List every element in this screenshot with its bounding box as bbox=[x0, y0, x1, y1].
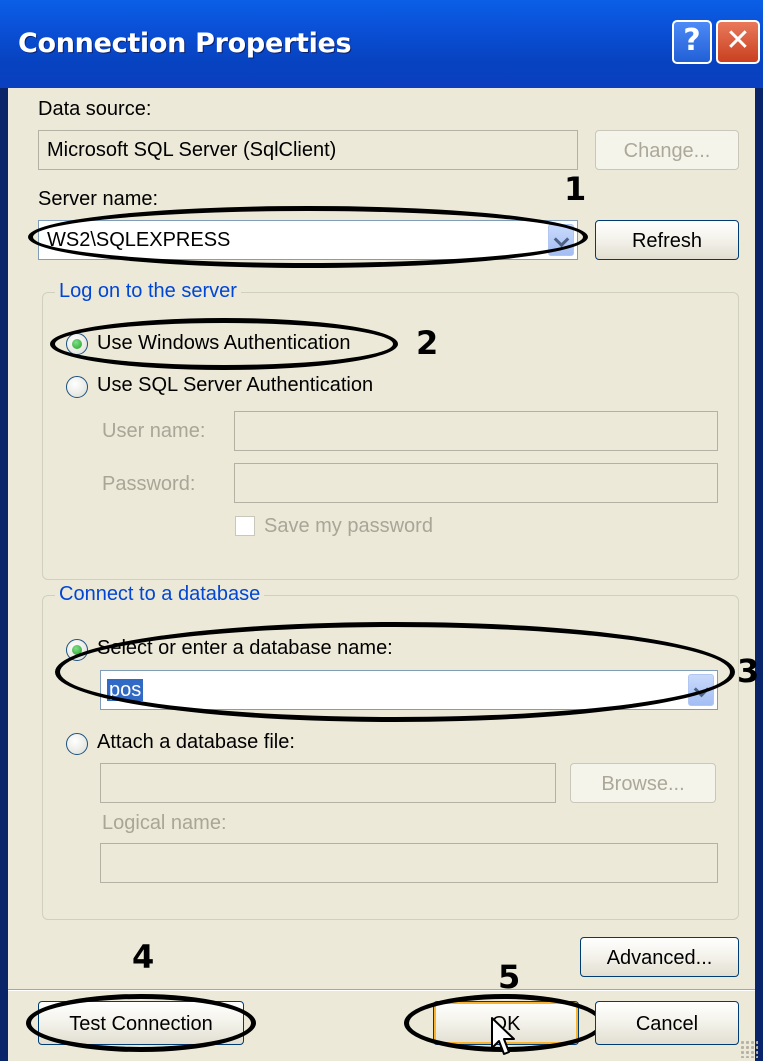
data-source-label: Data source: bbox=[38, 98, 152, 120]
user-name-field[interactable] bbox=[234, 411, 718, 451]
mouse-pointer-icon bbox=[491, 1017, 515, 1055]
sql-auth-radio[interactable] bbox=[66, 376, 88, 398]
annotation-ellipse-4 bbox=[26, 994, 256, 1052]
data-source-value: Microsoft SQL Server (SqlClient) bbox=[47, 139, 337, 161]
logical-name-field[interactable] bbox=[100, 843, 718, 883]
password-field[interactable] bbox=[234, 463, 718, 503]
cancel-button[interactable]: Cancel bbox=[595, 1001, 739, 1045]
change-button[interactable]: Change... bbox=[595, 130, 739, 170]
annotation-ellipse-2 bbox=[50, 318, 398, 370]
resize-grip[interactable] bbox=[740, 1040, 758, 1058]
annotation-ellipse-3 bbox=[55, 622, 735, 722]
title-bar[interactable]: Connection Properties ? ✕ bbox=[0, 0, 763, 88]
annotation-2: 2 bbox=[416, 324, 439, 362]
save-password-checkbox[interactable] bbox=[235, 516, 255, 536]
browse-button[interactable]: Browse... bbox=[570, 763, 716, 803]
attach-file-label[interactable]: Attach a database file: bbox=[97, 731, 295, 754]
annotation-ellipse-1 bbox=[28, 206, 588, 268]
dialog-window: Connection Properties ? ✕ Data source: M… bbox=[0, 0, 763, 1061]
window-title: Connection Properties bbox=[18, 28, 352, 59]
annotation-3: 3 bbox=[737, 652, 760, 690]
data-source-field: Microsoft SQL Server (SqlClient) bbox=[38, 130, 578, 170]
sql-auth-label[interactable]: Use SQL Server Authentication bbox=[97, 374, 373, 397]
annotation-4: 4 bbox=[132, 938, 155, 976]
attach-file-radio[interactable] bbox=[66, 733, 88, 755]
save-password-label[interactable]: Save my password bbox=[264, 515, 433, 538]
user-name-label: User name: bbox=[102, 420, 206, 442]
close-icon[interactable]: ✕ bbox=[716, 20, 760, 64]
attach-file-field[interactable] bbox=[100, 763, 556, 803]
advanced-button[interactable]: Advanced... bbox=[580, 937, 739, 977]
help-icon[interactable]: ? bbox=[672, 20, 712, 64]
footer-separator bbox=[8, 989, 755, 991]
annotation-1: 1 bbox=[564, 170, 587, 208]
logon-group-title: Log on to the server bbox=[55, 280, 241, 303]
logical-name-label: Logical name: bbox=[102, 812, 227, 834]
password-label: Password: bbox=[102, 473, 196, 495]
server-name-label: Server name: bbox=[38, 188, 159, 210]
refresh-button[interactable]: Refresh bbox=[595, 220, 739, 260]
database-group-title: Connect to a database bbox=[55, 583, 265, 606]
